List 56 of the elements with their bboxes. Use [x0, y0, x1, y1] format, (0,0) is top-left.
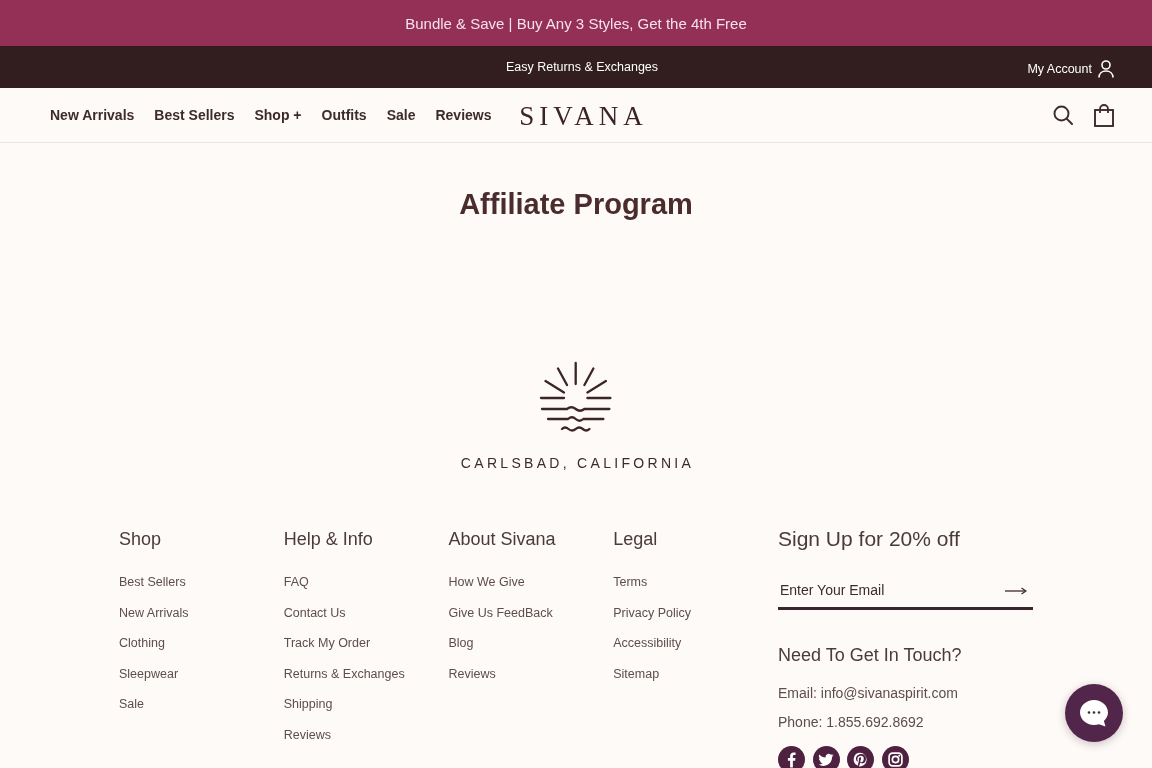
nav-link[interactable]: Outfits — [321, 107, 367, 123]
contact-text: Email: info@sivanaspirit.com — [778, 684, 958, 703]
nav-link[interactable]: Best Sellers — [154, 107, 235, 123]
twitter-icon — [812, 746, 840, 768]
instagram-link[interactable] — [881, 746, 909, 768]
nav-link[interactable]: New Arrivals — [50, 107, 135, 123]
footer-link[interactable]: Give Us FeedBack — [448, 605, 553, 620]
nav-link[interactable]: Shop + — [254, 107, 302, 123]
promo-text: Bundle & Save | Buy Any 3 Styles, Get the 4th Free — [405, 14, 747, 32]
facebook-icon — [778, 746, 805, 768]
footer-link[interactable]: New Arrivals — [119, 605, 189, 620]
footer-heading: Legal — [613, 528, 658, 551]
location-text: CARLSBAD, CALIFORNIA — [459, 455, 695, 471]
arrow-icon — [1005, 587, 1027, 595]
footer-link[interactable]: Sleepwear — [119, 666, 179, 681]
twitter-link[interactable] — [812, 746, 840, 768]
user-icon — [1098, 60, 1114, 78]
footer-heading: About Sivana — [448, 528, 556, 551]
footer-link[interactable]: Reviews — [283, 727, 331, 742]
contact-heading: Need To Get In Touch? — [778, 644, 962, 667]
pinterest-link[interactable] — [847, 746, 874, 768]
footer-link[interactable]: Reviews — [448, 666, 496, 681]
footer-link[interactable]: How We Give — [448, 575, 525, 589]
footer-heading: Help & Info — [283, 528, 373, 551]
returns-message: Easy Returns & Exchanges — [505, 60, 659, 74]
cart-button[interactable] — [1094, 103, 1114, 127]
account-link[interactable]: My Account — [1027, 56, 1114, 78]
nav-link[interactable]: Sale — [386, 107, 416, 123]
pinterest-icon — [847, 746, 874, 768]
footer-link[interactable]: Contact Us — [283, 605, 346, 620]
contact-text: Phone: 1.855.692.8692 — [778, 713, 924, 732]
footer-heading: Shop — [119, 528, 162, 551]
footer-link[interactable]: Track My Order — [283, 636, 371, 650]
signup-heading: Sign Up for 20% off — [778, 527, 960, 551]
chat-button[interactable] — [1065, 684, 1123, 742]
email-field[interactable]: Enter Your Email — [778, 573, 1033, 610]
footer-link[interactable]: Accessibility — [613, 636, 682, 650]
instagram-icon — [881, 746, 909, 768]
chat-bubble-icon — [1079, 699, 1109, 727]
search-icon — [1053, 105, 1073, 125]
footer-link[interactable]: Sale — [119, 697, 145, 711]
footer-link[interactable]: Privacy Policy — [613, 605, 692, 620]
search-button[interactable] — [1053, 105, 1073, 125]
footer-link[interactable]: Clothing — [119, 636, 165, 650]
footer-link[interactable]: Shipping — [283, 697, 333, 711]
footer-link[interactable]: Terms — [613, 575, 648, 589]
nav-link[interactable]: Reviews — [435, 107, 492, 123]
brand-logo[interactable]: SIVANA — [516, 101, 648, 131]
footer-link[interactable]: Blog — [448, 636, 474, 650]
footer-link[interactable]: Sitemap — [613, 666, 660, 681]
shopping-bag-icon — [1094, 103, 1114, 127]
footer-link[interactable]: FAQ — [283, 575, 309, 589]
facebook-link[interactable] — [778, 746, 805, 768]
footer-link[interactable]: Returns & Exchanges — [283, 666, 405, 681]
footer-link[interactable]: Best Sellers — [119, 575, 186, 589]
page-title: Affiliate Program — [459, 187, 693, 221]
